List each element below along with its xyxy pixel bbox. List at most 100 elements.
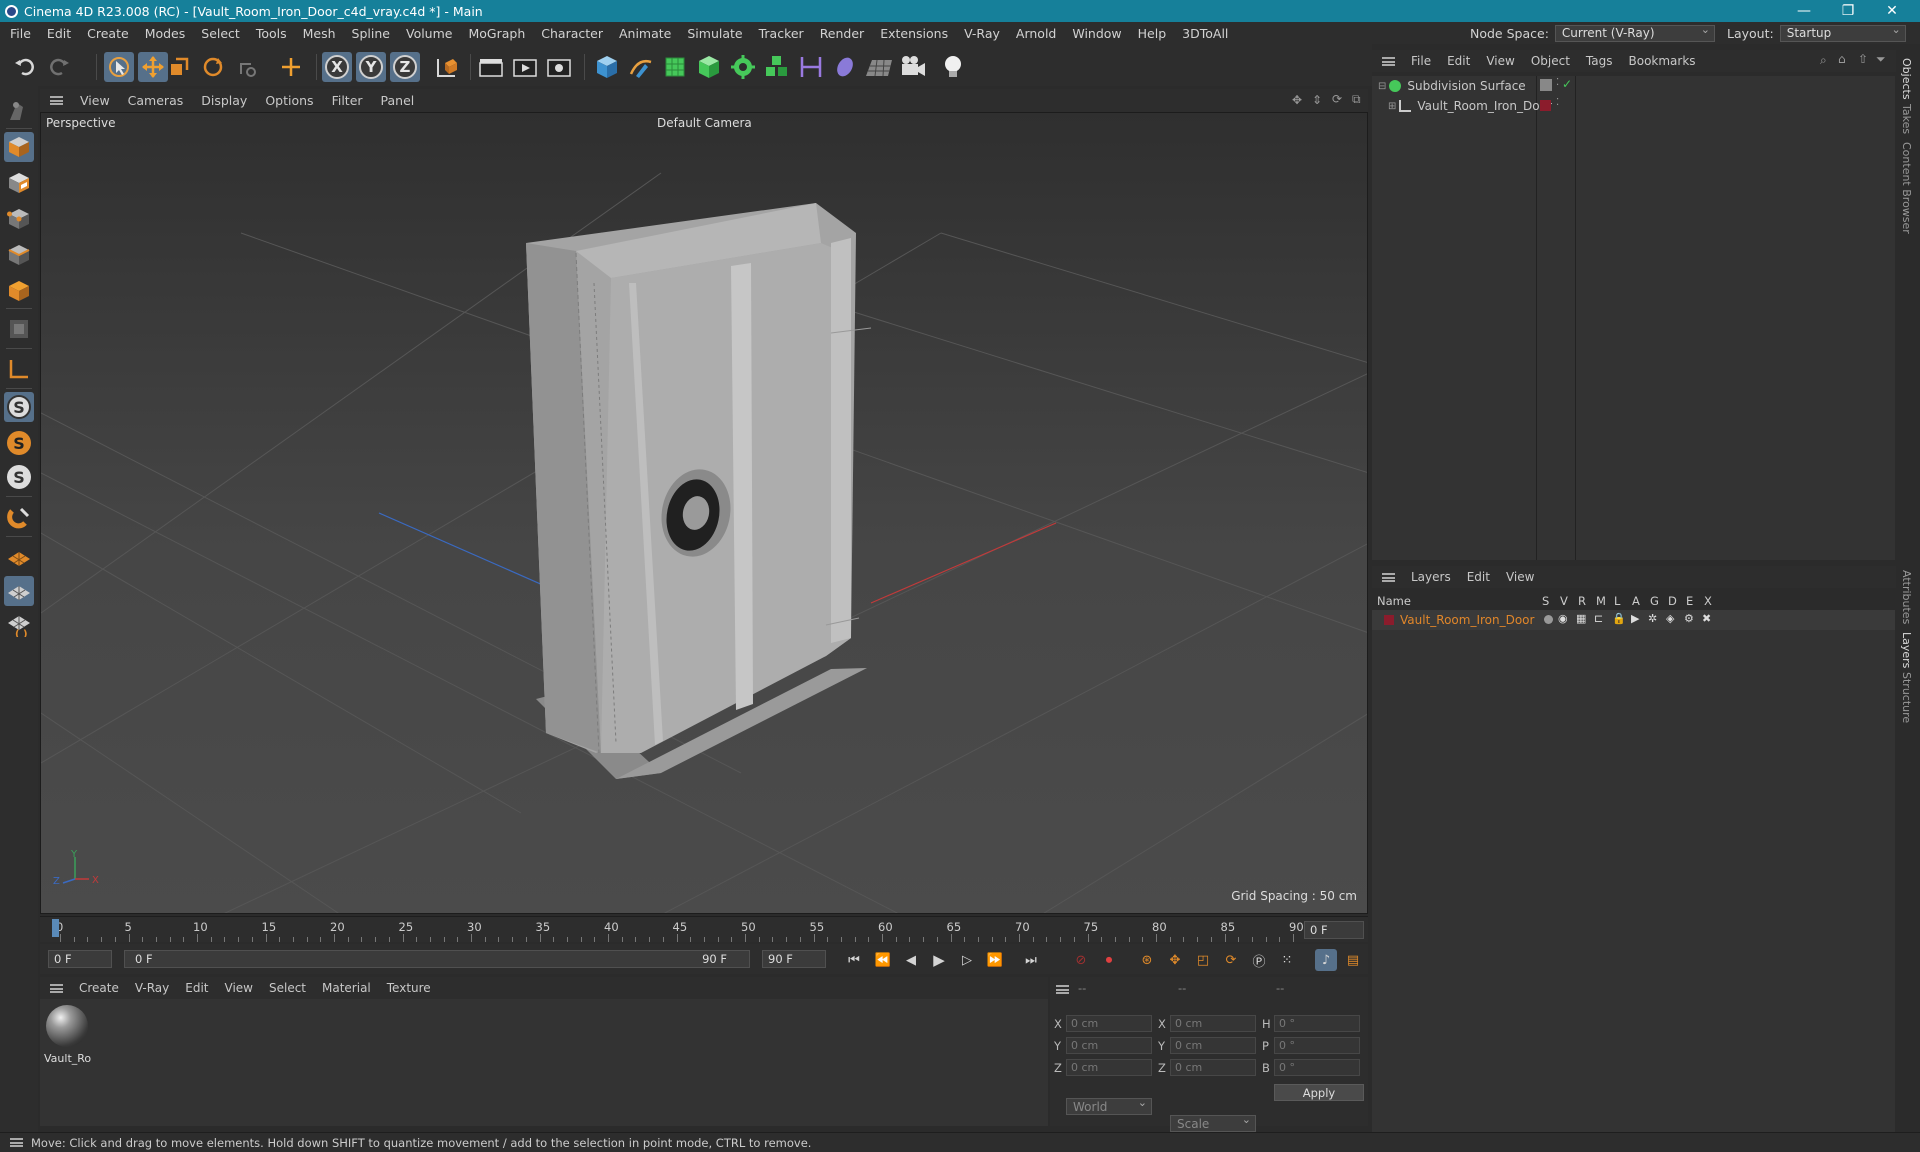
- layers-col-render[interactable]: R: [1578, 594, 1586, 608]
- lock-y-axis-button[interactable]: Y: [356, 52, 386, 82]
- position-y-field[interactable]: 0 cm: [1066, 1037, 1152, 1054]
- size-y-field[interactable]: 0 cm: [1170, 1037, 1256, 1054]
- objects-home-icon[interactable]: ⌂: [1838, 52, 1846, 66]
- pen-spline-button[interactable]: [626, 52, 656, 82]
- rotation-b-field[interactable]: 0 °: [1274, 1059, 1360, 1076]
- side-tab-layers[interactable]: Layers: [1900, 632, 1913, 668]
- vault-door-model[interactable]: [526, 203, 872, 779]
- layers-col-solo[interactable]: S: [1542, 594, 1549, 608]
- size-z-field[interactable]: 0 cm: [1170, 1059, 1256, 1076]
- undo-button[interactable]: [10, 52, 40, 82]
- make-editable-button[interactable]: [4, 96, 34, 126]
- layer-xref-icon[interactable]: ✖: [1702, 612, 1711, 625]
- array-button[interactable]: [762, 52, 792, 82]
- menu-modes[interactable]: Modes: [137, 26, 194, 41]
- frame-range-slider[interactable]: 0 F 90 F: [124, 950, 750, 968]
- viewport-menu-cameras[interactable]: Cameras: [119, 93, 193, 108]
- key-rotation-button[interactable]: ⟳: [1220, 949, 1242, 971]
- recent-tools-button[interactable]: [232, 52, 262, 82]
- objects-up-icon[interactable]: ⇧: [1858, 52, 1868, 66]
- object-manager-menu-icon[interactable]: [1382, 56, 1395, 66]
- viewport-camera-name[interactable]: Default Camera: [657, 116, 752, 130]
- layer-color-swatch[interactable]: [1540, 100, 1551, 111]
- layer-view-eye-icon[interactable]: ◉: [1558, 612, 1568, 625]
- quantize-button[interactable]: S: [4, 462, 34, 492]
- menu-simulate[interactable]: Simulate: [679, 26, 750, 41]
- workplane-button[interactable]: [4, 354, 34, 384]
- menu-animate[interactable]: Animate: [611, 26, 679, 41]
- menu-render[interactable]: Render: [812, 26, 873, 41]
- autokey-button[interactable]: ⏺: [1098, 949, 1120, 971]
- layers-col-expressions[interactable]: E: [1686, 594, 1693, 608]
- layer-row-vault-room-iron-door[interactable]: Vault_Room_Iron_Door ◉ ▦ ⊏ 🔒 ▶ ✲ ◈ ⚙ ✖: [1372, 610, 1895, 630]
- playhead-marker[interactable]: [52, 919, 59, 937]
- redo-button[interactable]: [44, 52, 74, 82]
- viewport-solo-hierarchy-button[interactable]: [4, 576, 34, 606]
- menu-tools[interactable]: Tools: [248, 26, 295, 41]
- viewport-solo-selection-button[interactable]: ( ): [4, 610, 34, 640]
- materials-menu-create[interactable]: Create: [71, 981, 127, 995]
- menu-3dtoall[interactable]: 3DToAll: [1174, 26, 1236, 41]
- previous-key-button[interactable]: ⏪: [872, 949, 894, 971]
- status-menu-icon[interactable]: [10, 1138, 23, 1147]
- menu-help[interactable]: Help: [1130, 26, 1175, 41]
- objects-menu-tags[interactable]: Tags: [1578, 54, 1621, 68]
- viewport-rotate-icon[interactable]: ⟳: [1332, 92, 1342, 106]
- extrude-generator-button[interactable]: [694, 52, 724, 82]
- go-to-end-button[interactable]: ⏭: [1020, 949, 1042, 971]
- render-view-button[interactable]: [476, 52, 506, 82]
- rotation-h-field[interactable]: 0 °: [1274, 1015, 1360, 1032]
- menu-file[interactable]: File: [0, 26, 39, 41]
- mograph-cloner-button[interactable]: [728, 52, 758, 82]
- record-keys-button[interactable]: ⊘: [1070, 949, 1092, 971]
- materials-menu-select[interactable]: Select: [261, 981, 314, 995]
- menu-character[interactable]: Character: [533, 26, 611, 41]
- rotate-tool-button[interactable]: [198, 52, 228, 82]
- menu-mograph[interactable]: MoGraph: [460, 26, 533, 41]
- menu-mesh[interactable]: Mesh: [295, 26, 344, 41]
- light-object-button[interactable]: [938, 52, 968, 82]
- layers-col-view[interactable]: V: [1560, 594, 1568, 608]
- object-coordinates-button[interactable]: [432, 52, 462, 82]
- materials-menu-edit[interactable]: Edit: [177, 981, 216, 995]
- side-tab-structure[interactable]: Structure: [1900, 672, 1913, 723]
- end-frame-field[interactable]: 90 F: [762, 950, 826, 968]
- next-key-button[interactable]: ⏩: [984, 949, 1006, 971]
- snapping-button[interactable]: S: [4, 392, 34, 422]
- rotation-p-field[interactable]: 0 °: [1274, 1037, 1360, 1054]
- layer-expressions-icon[interactable]: ⚙: [1684, 612, 1694, 625]
- live-selection-button[interactable]: [104, 52, 134, 82]
- minimize-icon[interactable]: —: [1782, 0, 1826, 22]
- snap-settings-button[interactable]: S: [4, 428, 34, 458]
- menu-arnold[interactable]: Arnold: [1008, 26, 1064, 41]
- field-button[interactable]: [830, 52, 860, 82]
- layers-menu-view[interactable]: View: [1498, 570, 1542, 584]
- restore-icon[interactable]: ❐: [1826, 0, 1870, 22]
- menu-spline[interactable]: Spline: [344, 26, 398, 41]
- 3d-viewport[interactable]: Y X Z Perspective Default Camera Grid Sp…: [40, 112, 1368, 914]
- next-frame-button[interactable]: ▷: [956, 949, 978, 971]
- coordinate-system-button[interactable]: [276, 52, 306, 82]
- layer-tag-icon[interactable]: [1540, 79, 1552, 91]
- coordinate-space-dropdown[interactable]: World: [1066, 1096, 1152, 1115]
- layers-col-deformers[interactable]: D: [1668, 594, 1677, 608]
- coordinates-menu-icon[interactable]: [1056, 985, 1069, 994]
- materials-menu-texture[interactable]: Texture: [379, 981, 439, 995]
- object-row-subdivision-surface[interactable]: ⊟ Subdivision Surface ⁚ ✓: [1372, 76, 1895, 96]
- key-parameter-button[interactable]: Ⓟ: [1248, 949, 1270, 971]
- apply-button[interactable]: Apply: [1274, 1084, 1364, 1101]
- objects-filter-icon[interactable]: ⏷: [1876, 52, 1886, 67]
- play-button[interactable]: ▶: [928, 949, 950, 971]
- layer-manager-icon[interactable]: ⊏: [1594, 612, 1603, 625]
- side-tab-objects[interactable]: Objects: [1900, 58, 1913, 100]
- layers-menu-layers[interactable]: Layers: [1403, 570, 1459, 584]
- menu-select[interactable]: Select: [193, 26, 248, 41]
- objects-menu-view[interactable]: View: [1478, 54, 1522, 68]
- keyframe-selection-button[interactable]: ⊛: [1136, 949, 1158, 971]
- layers-col-manager[interactable]: M: [1596, 594, 1606, 608]
- objects-menu-file[interactable]: File: [1403, 54, 1439, 68]
- floor-environment-button[interactable]: [864, 52, 894, 82]
- deformer-button[interactable]: [796, 52, 826, 82]
- object-row-vault-room-iron-door[interactable]: ⊞ Vault_Room_Iron_Door ⁚: [1372, 96, 1895, 116]
- tweak-mode-button[interactable]: [4, 502, 34, 532]
